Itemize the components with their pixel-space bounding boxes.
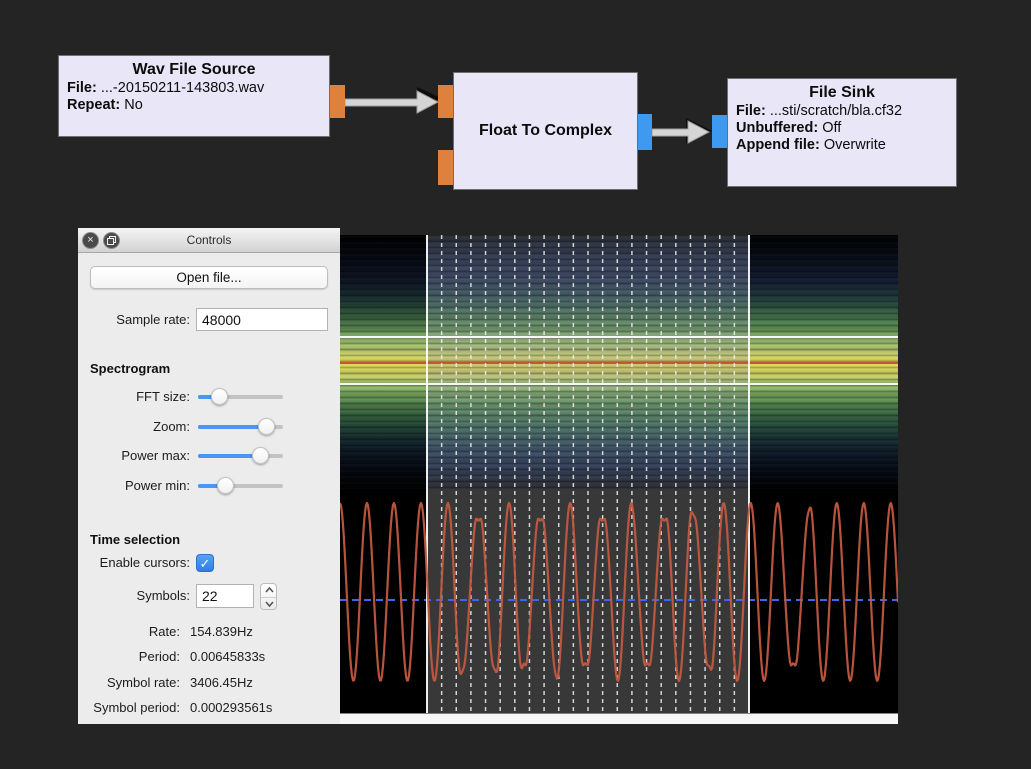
enable-cursors-label: Enable cursors: <box>78 554 190 572</box>
block-wav-file-source[interactable]: Wav File Source File: ...-20150211-14380… <box>58 55 330 137</box>
power-min-label: Power min: <box>78 477 190 495</box>
port-in1-float-to-complex[interactable] <box>438 85 453 118</box>
block-title: File Sink <box>728 79 956 102</box>
symbols-label: Symbols: <box>78 584 190 608</box>
desktop: { "flowgraph": { "blocks": [ { "title": … <box>0 0 1031 769</box>
symbol-period-label: Symbol period: <box>78 700 180 715</box>
stepper-up-icon[interactable] <box>265 587 274 593</box>
slider-thumb[interactable] <box>217 477 234 494</box>
plot-area <box>340 228 898 724</box>
period-label: Period: <box>78 649 180 664</box>
block-float-to-complex[interactable]: Float To Complex <box>453 72 638 190</box>
power-max-slider[interactable] <box>198 447 283 465</box>
dock-title: Controls <box>78 228 340 253</box>
power-max-label: Power max: <box>78 447 190 465</box>
block-param: Unbuffered: Off <box>728 119 956 136</box>
spectrogram-heading: Spectrogram <box>90 361 170 376</box>
shade <box>340 393 427 489</box>
sample-rate-label: Sample rate: <box>78 308 190 331</box>
inspectrum-window: × Controls Open file... Sample rate: Spe… <box>78 228 898 724</box>
stepper-divider <box>261 597 276 598</box>
fft-size-slider[interactable] <box>198 388 283 406</box>
slider-thumb[interactable] <box>258 418 275 435</box>
symbol-rate-value: 3406.45Hz <box>190 675 253 690</box>
fft-size-label: FFT size: <box>78 388 190 406</box>
block-param: Append file: Overwrite <box>728 136 956 153</box>
power-min-slider[interactable] <box>198 477 283 495</box>
port-in-file-sink[interactable] <box>712 115 727 148</box>
period-value: 0.00645833s <box>190 649 265 664</box>
block-file-sink[interactable]: File Sink File: ...sti/scratch/bla.cf32 … <box>727 78 957 187</box>
block-param: File: ...-20150211-143803.wav <box>59 79 329 96</box>
symbol-period-value: 0.000293561s <box>190 700 272 715</box>
block-param: File: ...sti/scratch/bla.cf32 <box>728 102 956 119</box>
connection-arrow-2 <box>652 118 714 148</box>
rate-label: Rate: <box>78 624 180 639</box>
block-title: Wav File Source <box>59 56 329 79</box>
horizontal-scrollbar[interactable] <box>340 713 898 724</box>
symbols-stepper[interactable] <box>260 583 277 610</box>
zoom-label: Zoom: <box>78 418 190 436</box>
sample-rate-input[interactable] <box>196 308 328 331</box>
slider-thumb[interactable] <box>211 388 228 405</box>
port-out-float-to-complex[interactable] <box>638 114 652 150</box>
open-file-button[interactable]: Open file... <box>90 266 328 289</box>
shade <box>749 397 898 489</box>
shade <box>340 235 427 335</box>
checkmark-icon: ✓ <box>197 555 213 572</box>
block-param: Repeat: No <box>59 96 329 113</box>
enable-cursors-checkbox[interactable]: ✓ <box>196 554 214 572</box>
rate-value: 154.839Hz <box>190 624 253 639</box>
time-selection-heading: Time selection <box>90 532 180 547</box>
controls-dock: × Controls Open file... Sample rate: Spe… <box>78 228 340 724</box>
slider-thumb[interactable] <box>252 447 269 464</box>
dock-titlebar[interactable]: × Controls <box>78 228 340 253</box>
stepper-down-icon[interactable] <box>265 601 274 607</box>
block-title: Float To Complex <box>454 73 637 189</box>
symbols-input[interactable] <box>196 584 254 608</box>
port-out-wav-source[interactable] <box>330 85 345 118</box>
shade <box>749 235 898 321</box>
waveform-trace <box>340 489 898 713</box>
zoom-slider[interactable] <box>198 418 283 436</box>
port-in2-float-to-complex[interactable] <box>438 150 453 185</box>
connection-arrow-1 <box>345 87 441 117</box>
symbol-rate-label: Symbol rate: <box>78 675 180 690</box>
